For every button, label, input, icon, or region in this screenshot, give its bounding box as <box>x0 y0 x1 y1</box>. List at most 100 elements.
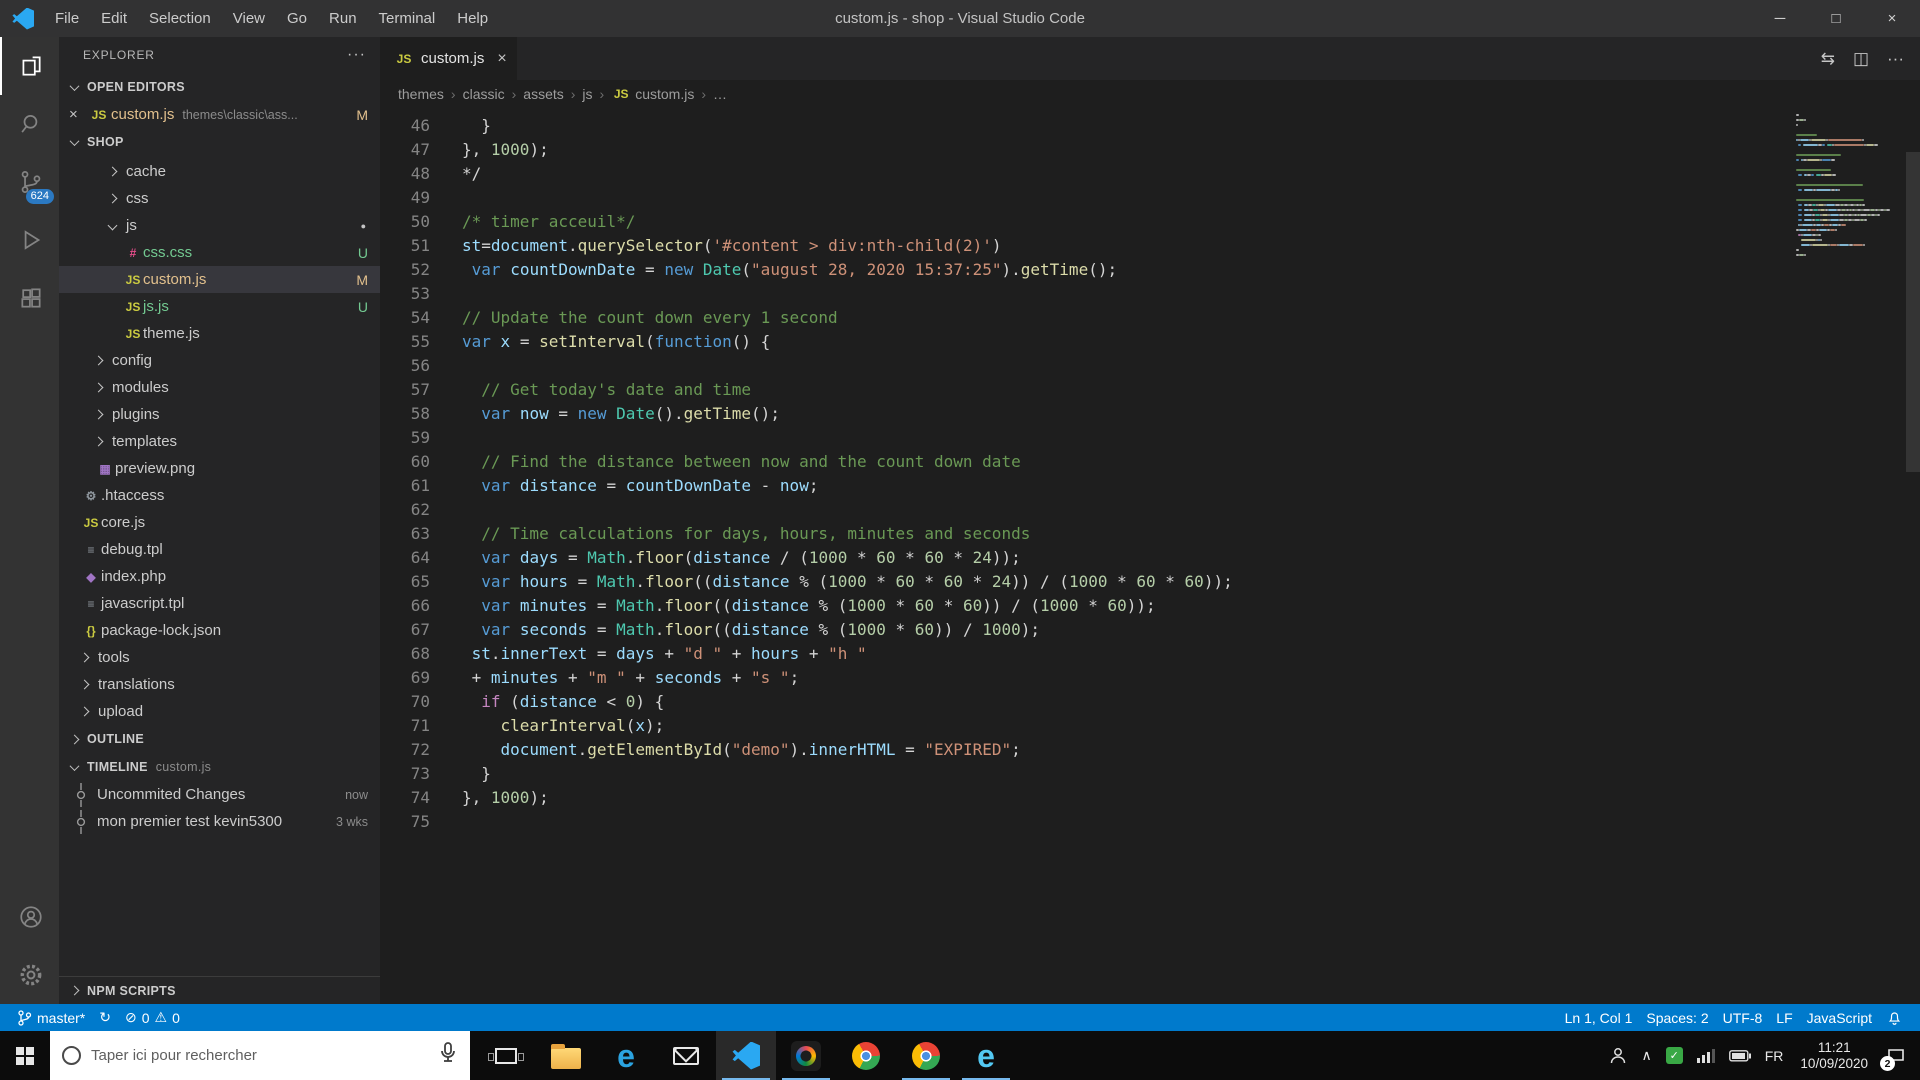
tree-item-core.js[interactable]: JS core.js <box>59 509 380 536</box>
tree-item-translations[interactable]: translations <box>59 671 380 698</box>
task-view-button[interactable] <box>476 1031 536 1080</box>
account-button[interactable] <box>0 888 59 946</box>
more-actions-icon[interactable]: ··· <box>1887 49 1904 69</box>
code-line[interactable]: 72 document.getElementById("demo").inner… <box>380 738 1920 762</box>
code-line[interactable]: 69 + minutes + "m " + seconds + "s "; <box>380 666 1920 690</box>
tree-item-cache[interactable]: cache <box>59 158 380 185</box>
code-line[interactable]: 59 <box>380 426 1920 450</box>
code-editor[interactable]: 46 } 47}, 1000); 48 */ 49 50/* timer acceuil*… <box>380 107 1920 1004</box>
outline-section-header[interactable]: OUTLINE <box>59 725 380 753</box>
breadcrumb-item[interactable]: classic <box>463 86 505 102</box>
problems-status[interactable]: ⊘ 0 ⚠ 0 <box>118 1004 187 1031</box>
code-line[interactable]: 67 var seconds = Math.floor((distance % … <box>380 618 1920 642</box>
tree-item-js.js[interactable]: JS js.js U <box>59 293 380 320</box>
code-line[interactable]: 58 var now = new Date().getTime(); <box>380 402 1920 426</box>
npm-scripts-header[interactable]: NPM SCRIPTS <box>59 976 380 1004</box>
microphone-icon[interactable] <box>438 1041 458 1070</box>
code-line[interactable]: 70 if (distance < 0) { <box>380 690 1920 714</box>
menu-run[interactable]: Run <box>318 0 368 37</box>
encoding-status[interactable]: UTF-8 <box>1716 1010 1770 1026</box>
open-editors-header[interactable]: OPEN EDITORS <box>59 73 380 101</box>
code-line[interactable]: 60 // Find the distance between now and … <box>380 450 1920 474</box>
tree-item-upload[interactable]: upload <box>59 698 380 725</box>
explorer-activity-button[interactable] <box>0 37 59 95</box>
tree-item-templates[interactable]: templates <box>59 428 380 455</box>
tree-item-config[interactable]: config <box>59 347 380 374</box>
folder-section-header[interactable]: SHOP <box>59 128 380 156</box>
more-actions-icon[interactable]: ··· <box>347 46 366 64</box>
people-button[interactable] <box>1601 1031 1635 1080</box>
menu-edit[interactable]: Edit <box>90 0 138 37</box>
code-line[interactable]: 52 var countDownDate = new Date("august … <box>380 258 1920 282</box>
ie-button[interactable]: e <box>956 1031 1016 1080</box>
menu-terminal[interactable]: Terminal <box>368 0 447 37</box>
timeline-item[interactable]: Uncommited Changes now <box>59 781 380 808</box>
tree-item-index.php[interactable]: ◆ index.php <box>59 563 380 590</box>
tray-expand-button[interactable]: ∧ <box>1635 1031 1659 1080</box>
timeline-item[interactable]: mon premier test kevin5300 3 wks <box>59 808 380 835</box>
code-line[interactable]: 64 var days = Math.floor(distance / (100… <box>380 546 1920 570</box>
tree-item-custom.js[interactable]: JS custom.js M <box>59 266 380 293</box>
code-line[interactable]: 71 clearInterval(x); <box>380 714 1920 738</box>
search-box[interactable]: Taper ici pour rechercher <box>50 1031 470 1080</box>
extensions-activity-button[interactable] <box>0 269 59 327</box>
clock[interactable]: 11:21 10/09/2020 <box>1790 1040 1878 1072</box>
code-line[interactable]: 55 var x = setInterval(function() { <box>380 330 1920 354</box>
search-activity-button[interactable] <box>0 95 59 153</box>
tree-item-javascript.tpl[interactable]: ≡ javascript.tpl <box>59 590 380 617</box>
code-line[interactable]: 66 var minutes = Math.floor((distance % … <box>380 594 1920 618</box>
tree-item-css.css[interactable]: # css.css U <box>59 239 380 266</box>
network-tray-button[interactable] <box>1690 1031 1722 1080</box>
code-line[interactable]: 54// Update the count down every 1 secon… <box>380 306 1920 330</box>
split-editor-icon[interactable]: ◫ <box>1853 49 1869 69</box>
code-line[interactable]: 46 } <box>380 114 1920 138</box>
edge-button[interactable]: e <box>596 1031 656 1080</box>
settings-button[interactable] <box>0 946 59 1004</box>
code-line[interactable]: 56 <box>380 354 1920 378</box>
code-line[interactable]: 51 st=document.querySelector('#content > … <box>380 234 1920 258</box>
source-control-activity-button[interactable]: 624 <box>0 153 59 211</box>
code-line[interactable]: 73 } <box>380 762 1920 786</box>
sync-button[interactable]: ↻ <box>92 1004 118 1031</box>
code-line[interactable]: 75 <box>380 810 1920 834</box>
tree-item-theme.js[interactable]: JS theme.js <box>59 320 380 347</box>
close-icon[interactable]: × <box>69 106 85 123</box>
code-line[interactable]: 53 <box>380 282 1920 306</box>
breadcrumb-item[interactable]: … <box>713 86 727 102</box>
chrome-2-button[interactable] <box>896 1031 956 1080</box>
minimap[interactable] <box>1796 114 1904 264</box>
language-indicator[interactable]: FR <box>1758 1031 1791 1080</box>
code-line[interactable]: 50/* timer acceuil*/ <box>380 210 1920 234</box>
code-line[interactable]: 61 var distance = countDownDate - now; <box>380 474 1920 498</box>
feedback-hub-button[interactable] <box>776 1031 836 1080</box>
tree-item-modules[interactable]: modules <box>59 374 380 401</box>
menu-go[interactable]: Go <box>276 0 318 37</box>
tree-item-debug.tpl[interactable]: ≡ debug.tpl <box>59 536 380 563</box>
menu-view[interactable]: View <box>222 0 276 37</box>
code-line[interactable]: 49 <box>380 186 1920 210</box>
code-line[interactable]: 68 st.innerText = days + "d " + hours + … <box>380 642 1920 666</box>
notifications-bell-button[interactable] <box>1879 1009 1910 1026</box>
scrollbar-thumb[interactable] <box>1906 152 1920 472</box>
mail-button[interactable] <box>656 1031 716 1080</box>
battery-tray-button[interactable] <box>1722 1031 1758 1080</box>
code-line[interactable]: 48 */ <box>380 162 1920 186</box>
breadcrumb-item[interactable]: JS custom.js <box>611 86 694 102</box>
tree-item-package-lock.json[interactable]: {} package-lock.json <box>59 617 380 644</box>
tree-item-css[interactable]: css <box>59 185 380 212</box>
indentation-status[interactable]: Spaces: 2 <box>1639 1010 1715 1026</box>
code-line[interactable]: 57 // Get today's date and time <box>380 378 1920 402</box>
tree-item-tools[interactable]: tools <box>59 644 380 671</box>
tree-item-js[interactable]: js ● <box>59 212 380 239</box>
timeline-section-header[interactable]: TIMELINE custom.js <box>59 753 380 781</box>
breadcrumb-item[interactable]: themes <box>398 86 444 102</box>
vscode-button[interactable] <box>716 1031 776 1080</box>
code-line[interactable]: 47}, 1000); <box>380 138 1920 162</box>
language-mode[interactable]: JavaScript <box>1800 1010 1879 1026</box>
tree-item-preview.png[interactable]: ▦ preview.png <box>59 455 380 482</box>
menu-help[interactable]: Help <box>446 0 499 37</box>
menu-file[interactable]: File <box>44 0 90 37</box>
code-line[interactable]: 65 var hours = Math.floor((distance % (1… <box>380 570 1920 594</box>
breadcrumb-item[interactable]: js <box>582 86 592 102</box>
run-debug-activity-button[interactable] <box>0 211 59 269</box>
